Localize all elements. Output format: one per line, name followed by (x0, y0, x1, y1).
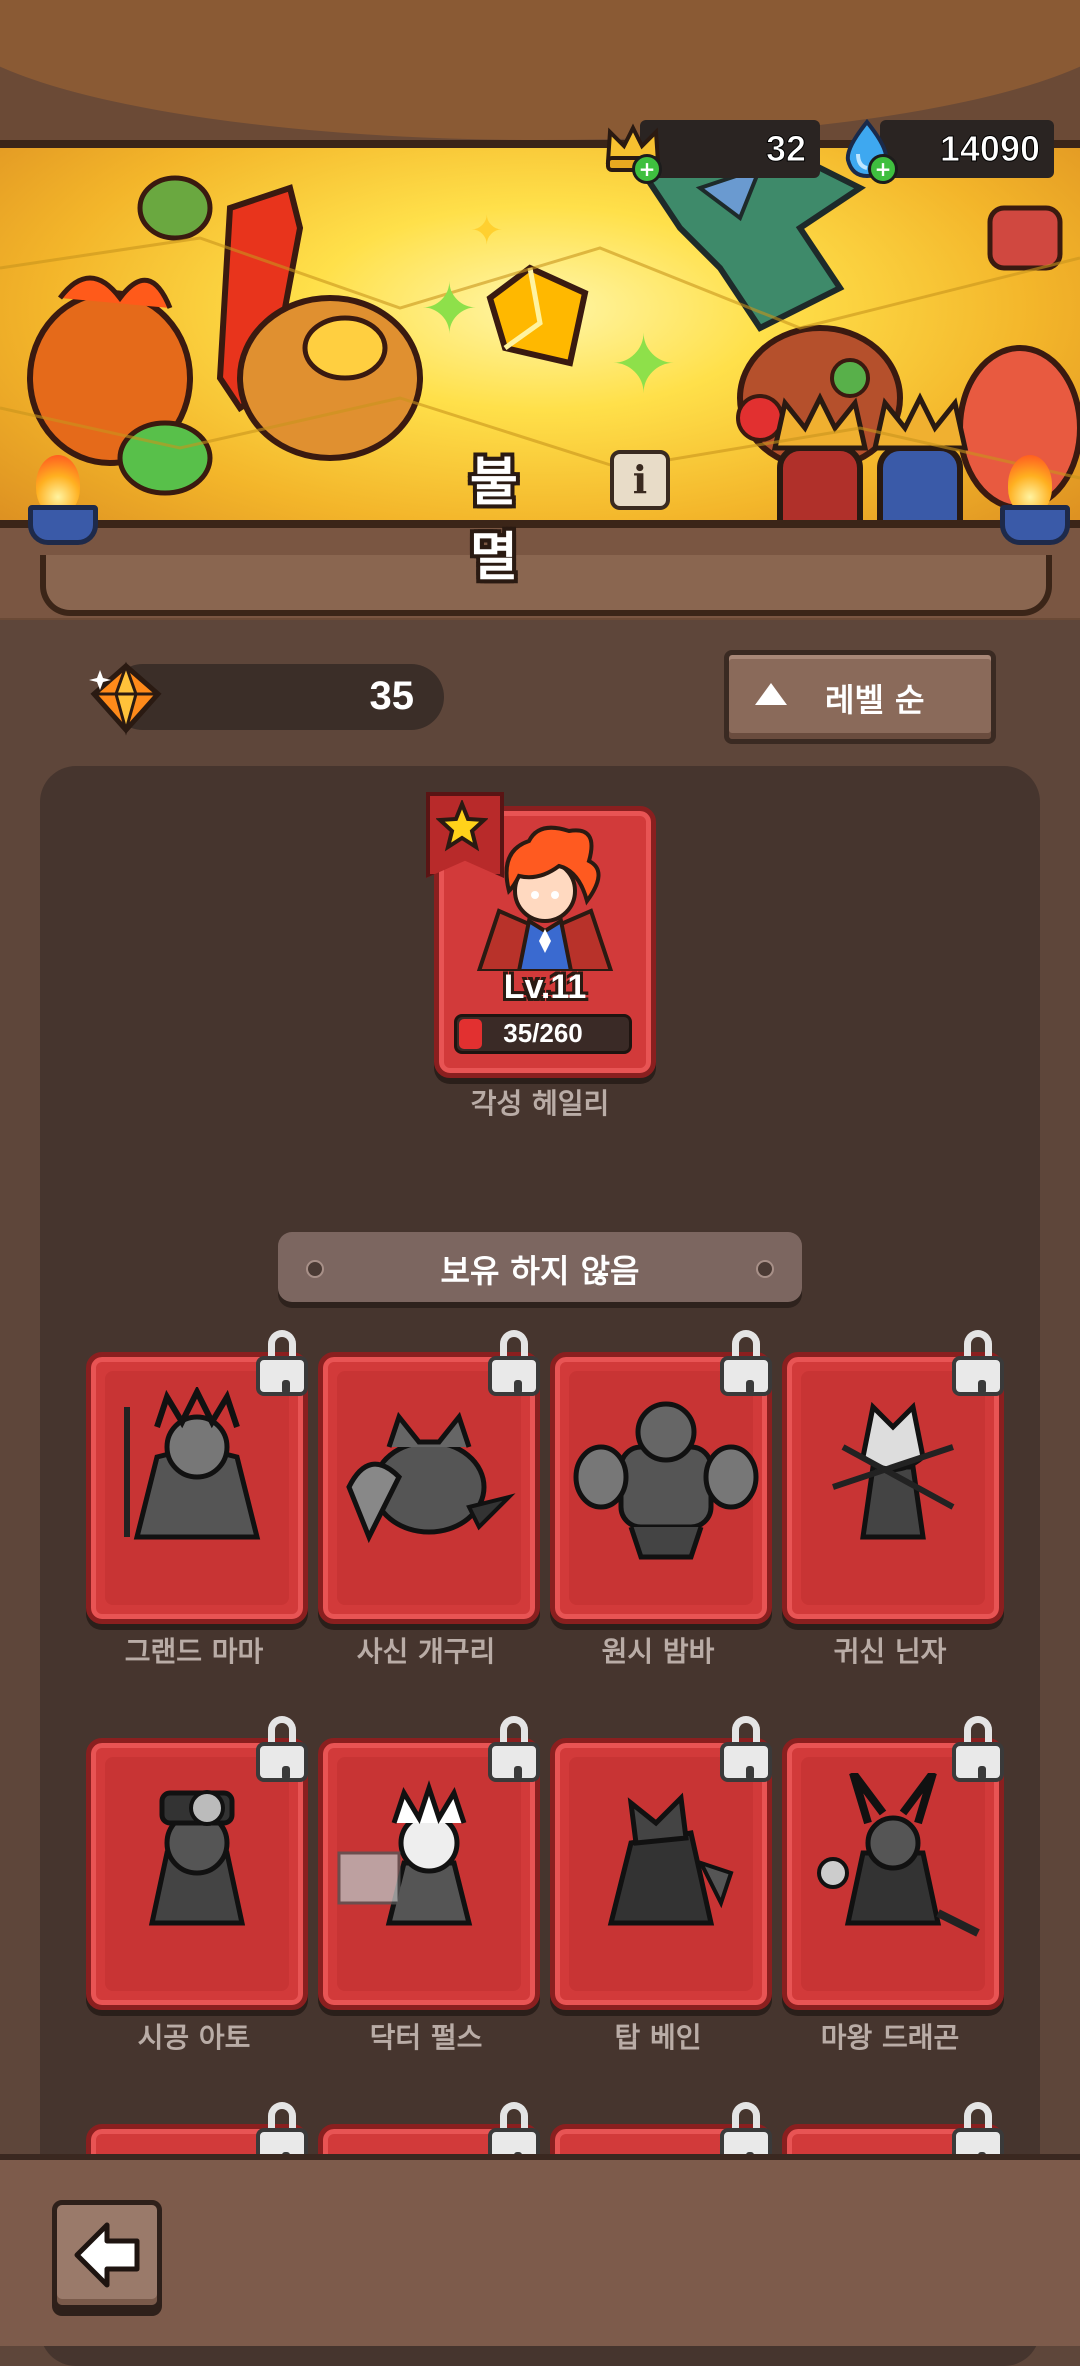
add-diamond-icon[interactable]: + (868, 154, 898, 184)
bottom-bar (0, 2154, 1080, 2346)
lock-icon (256, 1716, 308, 1782)
sparkle-icon: ✦ (470, 208, 504, 254)
info-button[interactable]: i (610, 450, 670, 510)
gem-count: 35 (369, 674, 415, 718)
hero-level: Lv.11 (503, 968, 587, 1006)
back-arrow-icon (74, 2222, 140, 2288)
lock-icon (952, 1716, 1004, 1782)
shard-progress-bar: 35/260 (454, 1014, 632, 1054)
hero-name: 사신 개구리 (356, 1635, 496, 1668)
sort-up-arrow-icon (755, 683, 787, 705)
shard-progress-text: 35/260 (503, 1018, 583, 1048)
not-owned-section-header: 보유 하지 않음 (278, 1232, 802, 1302)
stage-ledge (40, 555, 1052, 616)
hero-name: 귀신 닌자 (833, 1635, 947, 1668)
hero-name: 마왕 드래곤 (820, 2021, 960, 2054)
hero-silhouette-icon (607, 1792, 734, 1926)
stained-glass-art: ✦ ✦ ✦ (0, 140, 1080, 548)
hero-name: 그랜드 마마 (124, 1635, 264, 1668)
lock-icon (256, 1330, 308, 1396)
hero-name: 각성 헤일리 (470, 1087, 610, 1120)
sort-label: 레벨 순 (825, 681, 925, 719)
lock-icon (720, 1330, 772, 1396)
section-label: 보유 하지 않음 (440, 1252, 640, 1290)
hero-name: 닥터 펄스 (369, 2021, 483, 2054)
lock-icon (720, 1716, 772, 1782)
torch-right-icon (990, 455, 1070, 545)
sparkle-icon: ✦ (420, 268, 479, 350)
hero-name: 시공 아토 (137, 2021, 251, 2054)
lock-icon (488, 1716, 540, 1782)
hero-silhouette-icon (124, 1387, 261, 1540)
hero-silhouette-icon (817, 1773, 980, 1937)
back-button[interactable] (52, 2200, 162, 2310)
torch-left-icon (18, 455, 98, 545)
star-icon (436, 800, 488, 852)
crown-counter: 32 (640, 120, 820, 178)
hero-banner: ✦ ✦ ✦ 불멸 i (0, 0, 1080, 620)
orange-gem-icon (89, 661, 162, 736)
hero-silhouette-icon (337, 1780, 473, 1926)
sort-by-level-button[interactable]: 레벨 순 (724, 650, 996, 744)
lock-icon (488, 1330, 540, 1396)
hero-silhouette-icon (573, 1401, 759, 1560)
diamond-counter: 14090 (880, 120, 1054, 178)
add-crown-icon[interactable]: + (632, 154, 662, 184)
hero-silhouette-icon (832, 1401, 955, 1540)
crown-count: 32 (765, 128, 806, 170)
hero-name: 원시 밤바 (601, 1635, 715, 1668)
banner-title: 불멸 (470, 453, 518, 588)
hero-name: 탑 베인 (614, 2021, 702, 2054)
banner-arch (0, 0, 1080, 140)
diamond-count: 14090 (939, 128, 1040, 170)
lock-icon (952, 1330, 1004, 1396)
sparkle-icon: ✦ (610, 318, 678, 411)
stained-glass-illustration (0, 148, 1080, 548)
hero-silhouette-icon (346, 1411, 516, 1544)
hero-silhouette-icon (148, 1790, 246, 1926)
